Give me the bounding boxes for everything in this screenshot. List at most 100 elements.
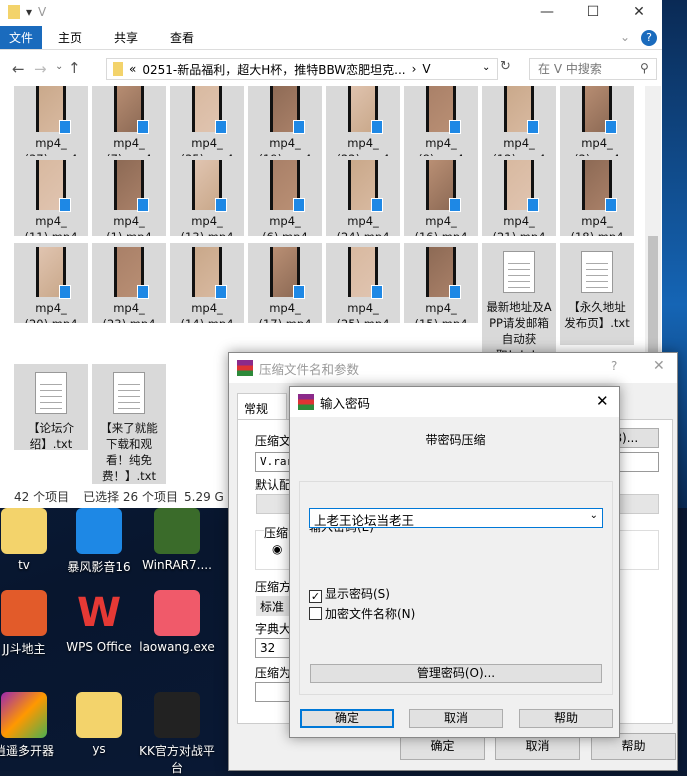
video-file-tile[interactable]: mp4_(1).mp4	[92, 156, 166, 236]
app-icon	[76, 508, 122, 554]
show-password-label: 显示密码(S)	[325, 587, 390, 601]
video-file-tile[interactable]: mp4_(23).mp4	[92, 243, 166, 323]
text-file-tile[interactable]: 【永久地址发布页】.txt	[560, 243, 634, 345]
close-icon[interactable]: ✕	[653, 358, 665, 374]
video-file-tile[interactable]: mp4_(13).mp4	[170, 156, 244, 236]
file-name: 【永久地址发布页】.txt	[564, 300, 630, 330]
video-file-tile[interactable]: mp4_(7).mp4	[92, 86, 166, 158]
video-file-icon	[527, 198, 539, 212]
profile-label: 默认配	[255, 478, 292, 492]
forward-icon[interactable]: →	[34, 60, 47, 78]
format-radio[interactable]: ◉	[272, 542, 282, 556]
video-file-tile[interactable]: mp4_(14).mp4	[170, 243, 244, 323]
minimize-button[interactable]: —	[524, 0, 570, 24]
video-file-icon	[449, 120, 461, 134]
video-file-tile[interactable]: mp4_(15).mp4	[404, 243, 478, 323]
file-name: 【来了就能下载和观看！纯免费！】.txt	[100, 421, 158, 483]
file-name-line2: (18).mp4	[560, 229, 634, 236]
file-name-line2: (6).mp4	[248, 229, 322, 236]
desktop-icon[interactable]: W WPS Office	[60, 590, 138, 654]
breadcrumb-overflow[interactable]: «	[129, 62, 136, 76]
chevron-down-icon[interactable]: ⌄	[590, 510, 598, 521]
breadcrumb-parent[interactable]: 0251-新品福利，超大H杯，推特BBW恋肥坦克...	[142, 61, 405, 78]
up-icon[interactable]: ↑	[68, 59, 81, 77]
video-thumbnail	[426, 247, 461, 299]
video-file-icon	[449, 285, 461, 299]
video-file-tile[interactable]: mp4_(19).mp4	[248, 86, 322, 158]
video-file-tile[interactable]: mp4_(25).mp4	[326, 243, 400, 323]
video-file-tile[interactable]: mp4_(16).mp4	[404, 156, 478, 236]
file-name-line1: mp4_	[269, 214, 301, 228]
video-file-tile[interactable]: mp4_(17).mp4	[248, 243, 322, 323]
desktop-icon[interactable]: JJ斗地主	[0, 590, 63, 657]
file-name-line2: (11).mp4	[14, 229, 88, 236]
show-password-checkbox[interactable]: ✓ 显示密码(S)	[309, 585, 390, 603]
desktop-icon[interactable]: tv	[0, 508, 63, 572]
desktop-icon[interactable]: laowang.exe	[138, 590, 216, 654]
tab-view[interactable]: 查看	[154, 26, 210, 49]
text-file-tile[interactable]: 【来了就能下载和观看！纯免费！】.txt	[92, 364, 166, 484]
file-name-line2: (1).mp4	[92, 229, 166, 236]
search-input[interactable]: 在 V 中搜索	[529, 58, 657, 80]
video-file-tile[interactable]: mp4_(21).mp4	[482, 156, 556, 236]
video-file-tile[interactable]: mp4_(11).mp4	[14, 156, 88, 236]
tab-home[interactable]: 主页	[42, 26, 98, 49]
desktop-icon[interactable]: ys	[60, 692, 138, 756]
video-file-tile[interactable]: mp4_(12).mp4	[482, 86, 556, 158]
desktop-icon-label: ys	[92, 742, 106, 756]
ribbon-tabs: 文件 主页 共享 查看 ⌄ ?	[0, 26, 662, 50]
tab-share[interactable]: 共享	[98, 26, 154, 49]
dialog-title: 压缩文件名和参数	[259, 361, 360, 377]
desktop-icon[interactable]: KK官方对战平台	[138, 692, 216, 776]
desktop-icon[interactable]: 暴风影音16	[60, 508, 138, 575]
desktop-icon-label: tv	[18, 558, 30, 572]
video-file-tile[interactable]: mp4_(8).mp4	[404, 86, 478, 158]
breadcrumb-current[interactable]: V	[422, 62, 430, 76]
manage-passwords-button[interactable]: 管理密码(O)...	[310, 664, 602, 683]
video-file-tile[interactable]: mp4_(24).mp4	[326, 156, 400, 236]
close-button[interactable]: ✕	[616, 0, 662, 24]
video-file-tile[interactable]: mp4_(6).mp4	[248, 156, 322, 236]
tab-file[interactable]: 文件	[0, 26, 42, 49]
video-thumbnail	[270, 86, 305, 134]
file-name-line2: (25).mp4	[326, 316, 400, 323]
split-label: 压缩为	[255, 666, 292, 680]
video-file-icon	[371, 198, 383, 212]
refresh-icon[interactable]: ↻	[500, 59, 511, 74]
quick-access-dropdown[interactable]: ▾	[26, 5, 32, 19]
app-icon	[154, 692, 200, 738]
tab-general[interactable]: 常规	[237, 393, 287, 419]
file-name-line1: mp4_	[347, 214, 379, 228]
video-file-tile[interactable]: mp4_(18).mp4	[560, 156, 634, 236]
ribbon-expand-icon[interactable]: ⌄	[620, 30, 630, 44]
desktop-icon[interactable]: 逍遥多开器	[0, 692, 63, 759]
back-icon[interactable]: ←	[12, 60, 25, 78]
address-dropdown-icon[interactable]: ⌄	[482, 62, 490, 73]
cancel-button[interactable]: 取消	[409, 709, 503, 728]
help-button[interactable]: 帮助	[519, 709, 613, 728]
ok-button[interactable]: 确定	[300, 709, 394, 728]
video-file-tile[interactable]: mp4_(20).mp4	[14, 243, 88, 323]
file-name-line1: mp4_	[35, 301, 67, 315]
recent-dropdown-icon[interactable]: ⌄	[55, 61, 63, 72]
video-file-tile[interactable]: mp4_(2).mp4	[560, 86, 634, 158]
file-name-line1: mp4_	[35, 214, 67, 228]
text-file-tile[interactable]: 最新地址及APP请发邮箱自动获取！！！	[482, 243, 556, 356]
video-file-tile[interactable]: mp4_(37).mp4	[14, 86, 88, 158]
text-file-tile[interactable]: 【论坛介绍】.txt	[14, 364, 88, 450]
help-icon[interactable]: ?	[641, 30, 657, 46]
close-icon[interactable]: ✕	[596, 392, 609, 410]
help-button[interactable]: ?	[611, 359, 617, 373]
video-file-tile[interactable]: mp4_(35).mp4	[170, 86, 244, 158]
video-file-tile[interactable]: mp4_(22).mp4	[326, 86, 400, 158]
app-icon	[154, 590, 200, 636]
encrypt-filenames-checkbox[interactable]: 加密文件名称(N)	[309, 605, 415, 622]
maximize-button[interactable]: ☐	[570, 0, 616, 24]
address-bar[interactable]: « 0251-新品福利，超大H杯，推特BBW恋肥坦克... › V	[106, 58, 498, 80]
desktop-icon-label: 逍遥多开器	[0, 744, 54, 758]
password-input[interactable]: 上老王论坛当老王 ⌄	[309, 508, 603, 528]
video-file-icon	[371, 285, 383, 299]
desktop-icon[interactable]: WinRAR7....	[138, 508, 216, 572]
app-icon	[154, 508, 200, 554]
selected-count: 已选择 26 个项目	[83, 490, 178, 504]
